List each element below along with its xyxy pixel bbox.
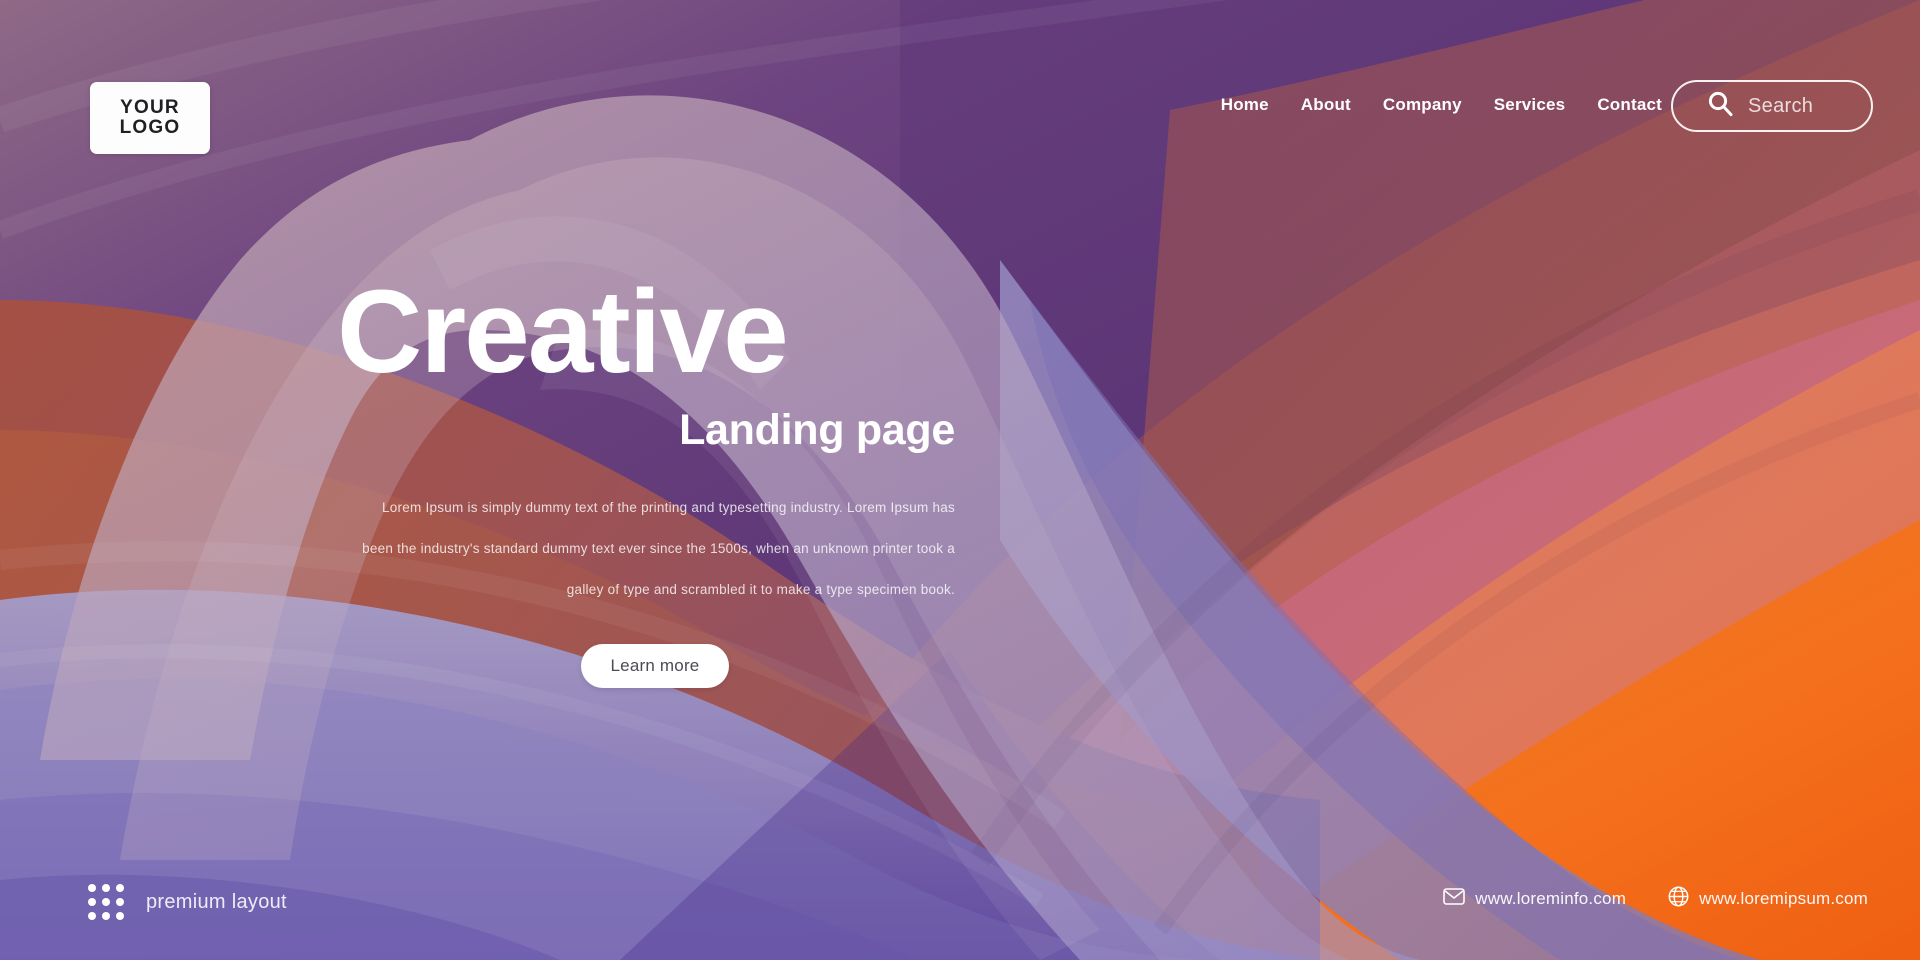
logo[interactable]: YOUR LOGO <box>90 82 210 154</box>
main-navigation: Home About Company Services Contact <box>1221 95 1662 115</box>
envelope-icon <box>1443 888 1466 910</box>
footer-left: premium layout <box>88 884 287 920</box>
footer-contacts: www.loreminfo.com www.loremipsum.com <box>1443 886 1868 912</box>
premium-layout-label: premium layout <box>146 890 287 913</box>
hero-paragraph-line-2: been the industry's standard dummy text … <box>362 541 955 557</box>
nav-item-home[interactable]: Home <box>1221 95 1269 115</box>
logo-line-1: YOUR <box>120 97 180 118</box>
contact-website-label: www.loremipsum.com <box>1699 889 1868 908</box>
dot-grid-icon <box>88 884 124 920</box>
learn-more-button[interactable]: Learn more <box>580 644 730 689</box>
nav-item-company[interactable]: Company <box>1383 95 1462 115</box>
site-header: YOUR LOGO Home About Company Services Co… <box>0 0 1920 200</box>
nav-item-services[interactable]: Services <box>1494 95 1566 115</box>
nav-item-about[interactable]: About <box>1301 95 1351 115</box>
landing-page: YOUR LOGO Home About Company Services Co… <box>0 0 1920 960</box>
hero-paragraph: Lorem Ipsum is simply dummy text of the … <box>355 487 955 610</box>
hero-paragraph-line-3: galley of type and scrambled it to make … <box>566 582 955 598</box>
nav-item-contact[interactable]: Contact <box>1597 95 1662 115</box>
globe-icon <box>1668 886 1689 912</box>
search-box[interactable]: Search <box>1671 80 1873 132</box>
hero-subtitle: Landing page <box>679 406 955 455</box>
hero-title: Creative <box>337 265 789 398</box>
search-icon <box>1707 90 1734 122</box>
search-input[interactable]: Search <box>1748 95 1813 118</box>
contact-website[interactable]: www.loremipsum.com <box>1668 886 1868 912</box>
logo-line-2: LOGO <box>119 117 181 138</box>
contact-email[interactable]: www.loreminfo.com <box>1443 888 1626 910</box>
contact-email-label: www.loreminfo.com <box>1475 889 1627 908</box>
hero-paragraph-line-1: Lorem Ipsum is simply dummy text of the … <box>382 500 955 516</box>
